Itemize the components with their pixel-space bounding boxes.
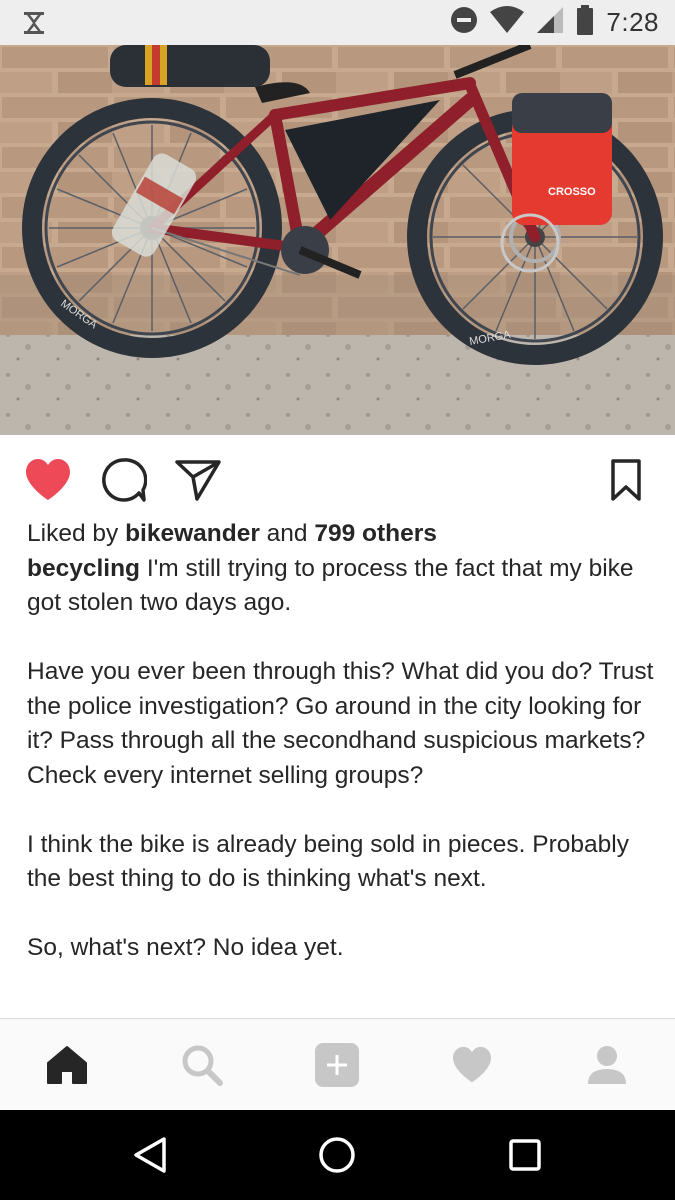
pannier-label: CROSSO (548, 186, 596, 198)
likes-prefix: Liked by (27, 520, 126, 547)
activity-heart-icon[interactable] (448, 1041, 496, 1089)
caption: becycling I'm still trying to process th… (27, 552, 657, 966)
caption-paragraph-2: Have you ever been through this? What di… (27, 658, 654, 789)
post-photo[interactable]: MORGA MORGA CROSSO (0, 45, 675, 435)
add-post-icon[interactable] (313, 1041, 361, 1089)
wifi-icon (490, 6, 525, 39)
status-time: 7:28 (606, 7, 659, 37)
likes-count-link[interactable]: 799 others (314, 520, 437, 547)
caption-username-link[interactable]: becycling (27, 555, 140, 582)
share-icon[interactable] (174, 457, 222, 503)
bottom-nav (0, 1018, 675, 1110)
search-icon[interactable] (178, 1041, 226, 1089)
signal-icon (536, 6, 564, 39)
comment-icon[interactable] (100, 457, 148, 503)
hourglass-icon (22, 10, 46, 36)
seat-bag (110, 45, 270, 87)
caption-paragraph-3: I think the bike is already being sold i… (27, 830, 629, 893)
home-circle-icon[interactable] (317, 1135, 357, 1175)
post-text: Liked by bikewander and 799 others becyc… (27, 517, 657, 966)
bookmark-icon[interactable] (602, 457, 650, 503)
liked-by-user-link[interactable]: bikewander (125, 520, 260, 547)
do-not-disturb-icon (450, 6, 478, 39)
post-actions (0, 435, 675, 519)
likes-middle: and (259, 520, 315, 547)
recents-icon[interactable] (505, 1135, 545, 1175)
likes-line: Liked by bikewander and 799 others (27, 517, 657, 552)
android-nav-bar (0, 1110, 675, 1200)
heart-icon[interactable] (24, 457, 72, 503)
back-icon[interactable] (130, 1135, 170, 1175)
caption-paragraph-4: So, what's next? No idea yet. (27, 934, 344, 961)
home-icon[interactable] (43, 1041, 91, 1089)
status-bar: 7:28 (0, 0, 675, 45)
battery-icon (576, 5, 594, 40)
caption-paragraph-1: becycling I'm still trying to process th… (27, 552, 657, 621)
profile-icon[interactable] (583, 1041, 631, 1089)
